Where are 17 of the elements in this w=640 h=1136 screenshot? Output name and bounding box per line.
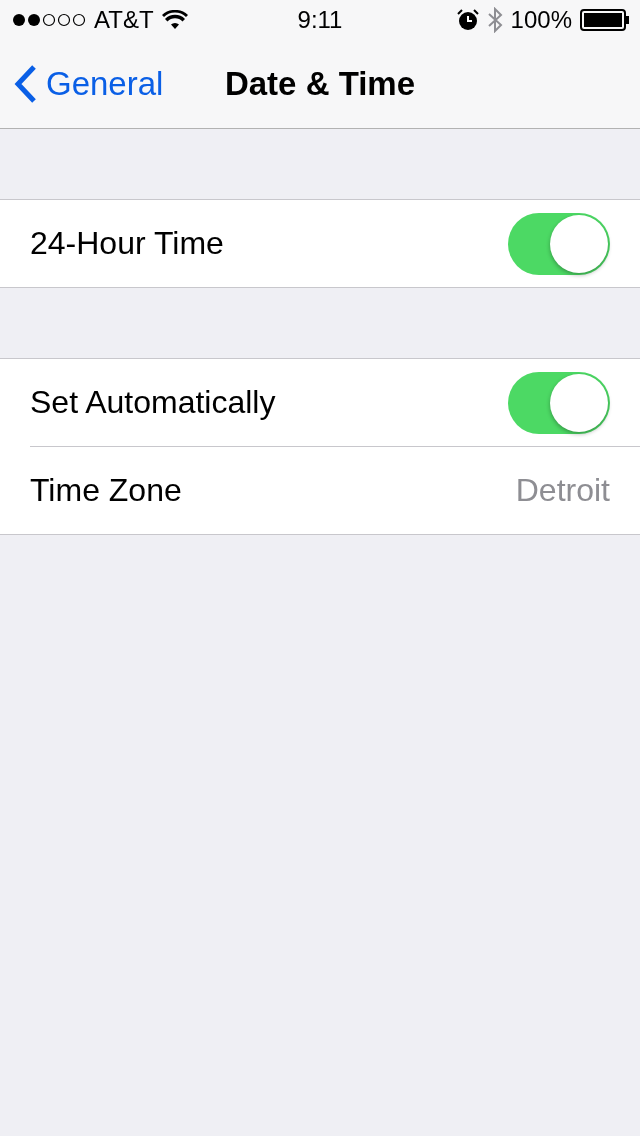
wifi-icon <box>161 10 188 30</box>
chevron-icon <box>14 64 38 104</box>
battery-percentage: 100% <box>510 6 572 34</box>
toggle-switch[interactable] <box>508 371 610 434</box>
back-button[interactable]: General <box>14 64 164 104</box>
clock-time: 9:11 <box>297 6 343 33</box>
toggle-switch[interactable] <box>508 212 610 275</box>
bluetooth-icon <box>486 7 503 33</box>
carrier-name: AT&T <box>94 6 154 34</box>
setting-label: Time Zone <box>30 472 183 509</box>
setting-label: 24-Hour Time <box>30 225 225 262</box>
page-title: Date & Time <box>224 65 416 102</box>
setting-label: Set Automatically <box>30 384 277 421</box>
signal-icon <box>12 13 86 27</box>
alarm-clock-icon <box>456 9 479 31</box>
setting-value: Detroit <box>515 472 610 509</box>
battery-icon <box>580 9 630 31</box>
